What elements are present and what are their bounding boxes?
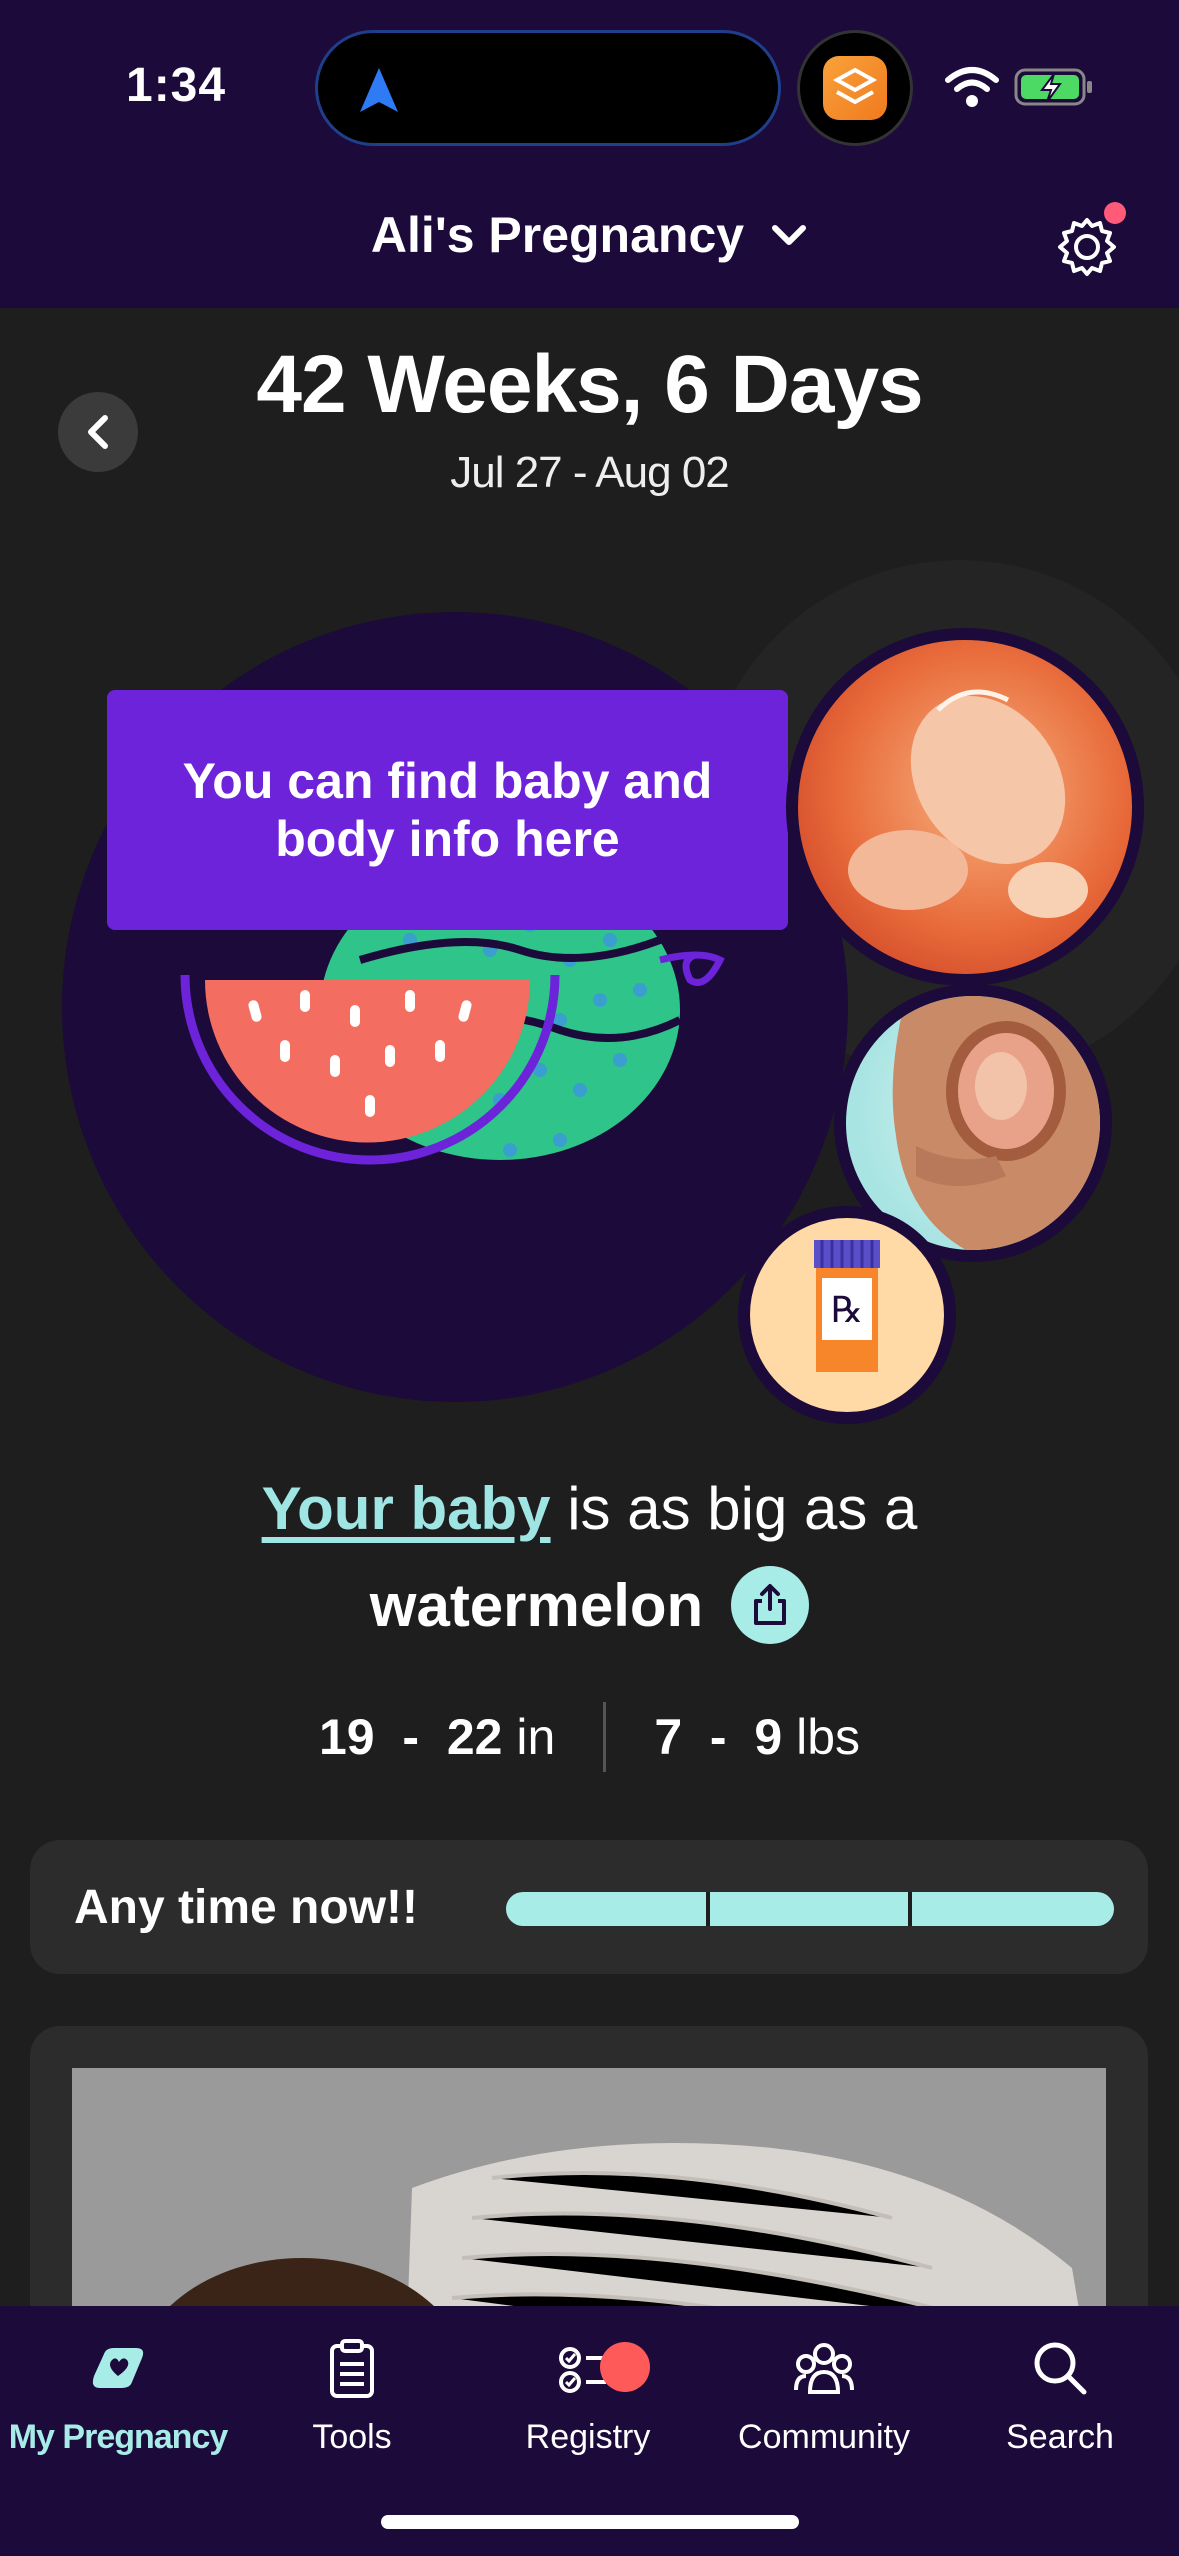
trimester-progress-bar: [506, 1892, 1114, 1926]
progress-label: Any time now!!: [74, 1881, 418, 1934]
tooltip-text: You can find baby and body info here: [182, 753, 713, 867]
status-time: 1:34: [126, 59, 227, 112]
gear-icon[interactable]: [1054, 214, 1120, 280]
battery-charging-icon: [1014, 68, 1092, 106]
tab-search[interactable]: Search: [942, 2326, 1178, 2457]
trimester-tick: [706, 1892, 710, 1926]
rx-bottle-icon[interactable]: ℞: [738, 1206, 956, 1424]
top-bar: 1:34 Ali's Pregnancy: [0, 0, 1179, 308]
pregnancy-switcher[interactable]: Ali's Pregnancy: [0, 206, 1179, 264]
tab-community[interactable]: Community: [706, 2326, 942, 2457]
navigation-arrow-icon: [360, 68, 398, 112]
weight-measure: 7 - 9 lbs: [654, 1709, 861, 1765]
length-measure: 19 - 22 in: [318, 1709, 556, 1765]
baby-measurements: 19 - 22 in 7 - 9 lbs: [0, 1702, 1179, 1772]
svg-text:℞: ℞: [831, 1290, 863, 1331]
clipboard-icon: [330, 2339, 374, 2398]
measure-divider: [603, 1702, 607, 1772]
wifi-icon: [945, 67, 999, 107]
fruit-name: watermelon: [369, 1571, 704, 1639]
week-title: 42 Weeks, 6 Days: [256, 339, 923, 430]
registry-badge: [600, 2342, 650, 2392]
week-date-range: Jul 27 - Aug 02: [450, 448, 730, 497]
share-icon: [754, 1584, 787, 1625]
onboarding-tooltip[interactable]: You can find baby and body info here: [107, 690, 808, 930]
search-icon: [1034, 2342, 1087, 2395]
tab-my-pregnancy[interactable]: My Pregnancy: [0, 2326, 236, 2457]
trimester-tick: [908, 1892, 912, 1926]
home-indicator: [381, 2515, 799, 2529]
size-fruit-row: watermelon: [0, 1566, 1179, 1644]
page-title: Ali's Pregnancy: [370, 207, 745, 263]
dynamic-island: [315, 30, 781, 146]
your-baby-link[interactable]: Your baby: [262, 1475, 551, 1542]
shortcuts-icon: [823, 56, 887, 120]
baby-development-image[interactable]: [786, 628, 1144, 986]
size-statement: Your baby is as big as a: [0, 1474, 1179, 1543]
chevron-down-icon: [772, 225, 807, 245]
due-date-progress-card[interactable]: Any time now!!: [30, 1840, 1148, 1974]
size-suffix: is as big as a: [550, 1475, 918, 1542]
tab-tools[interactable]: Tools: [234, 2326, 470, 2457]
people-icon: [794, 2343, 854, 2394]
tab-registry[interactable]: Registry: [470, 2326, 706, 2457]
share-button[interactable]: [731, 1566, 810, 1644]
shortcuts-app-indicator: [797, 30, 913, 146]
pregnancy-icon: [92, 2348, 144, 2388]
notification-dot: [1104, 202, 1126, 224]
